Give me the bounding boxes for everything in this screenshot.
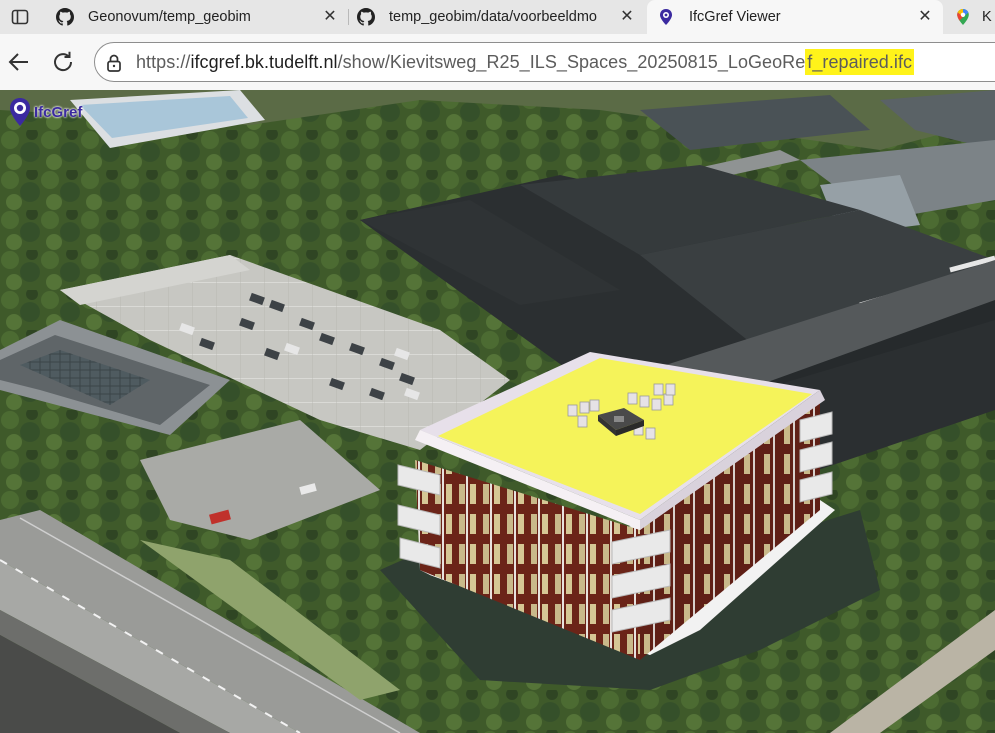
url-path: /show/Kievitsweg_R25_ILS_Spaces_20250815… xyxy=(337,52,806,72)
tab-voorbeeldmodellen[interactable]: temp_geobim/data/voorbeeldmo ✕ xyxy=(349,0,645,34)
close-icon[interactable]: ✕ xyxy=(917,9,933,25)
tab-strip: Geonovum/temp_geobim ✕ temp_geobim/data/… xyxy=(0,0,995,34)
aerial-scene xyxy=(0,90,995,733)
tab-title: temp_geobim/data/voorbeeldmo xyxy=(389,9,597,25)
site-info-icon[interactable] xyxy=(105,53,123,73)
url-text[interactable]: https://ifcgref.bk.tudelft.nl/show/Kievi… xyxy=(136,49,915,75)
3d-viewer-canvas[interactable]: IfcGref xyxy=(0,90,995,733)
browser-toolbar: https://ifcgref.bk.tudelft.nl/show/Kievi… xyxy=(0,34,995,90)
google-maps-icon xyxy=(954,8,972,26)
github-icon xyxy=(357,8,375,26)
ifcgref-logo-icon xyxy=(10,98,30,126)
address-bar[interactable]: https://ifcgref.bk.tudelft.nl/show/Kievi… xyxy=(94,42,995,82)
reload-icon[interactable] xyxy=(50,49,76,75)
tab-google-maps[interactable]: K xyxy=(945,0,995,34)
tab-geonovum-temp-geobim[interactable]: Geonovum/temp_geobim ✕ xyxy=(48,0,348,34)
tab-title: IfcGref Viewer xyxy=(689,9,781,25)
tab-ifcgref-viewer[interactable]: IfcGref Viewer ✕ xyxy=(647,0,943,34)
close-icon[interactable]: ✕ xyxy=(322,9,338,25)
url-scheme: https:// xyxy=(136,52,191,72)
tab-title: Geonovum/temp_geobim xyxy=(88,9,251,25)
close-icon[interactable]: ✕ xyxy=(619,9,635,25)
ifcgref-icon xyxy=(657,8,675,26)
github-icon xyxy=(56,8,74,26)
sidebar-toggle-icon[interactable] xyxy=(0,0,40,34)
url-highlighted-part: f_repaired.ifc xyxy=(805,49,915,75)
url-host: ifcgref.bk.tudelft.nl xyxy=(190,52,338,72)
tab-title: K xyxy=(982,9,992,25)
back-arrow-icon[interactable] xyxy=(6,49,32,75)
logo-text: IfcGref xyxy=(34,103,83,121)
ifcgref-logo[interactable]: IfcGref xyxy=(8,97,82,127)
